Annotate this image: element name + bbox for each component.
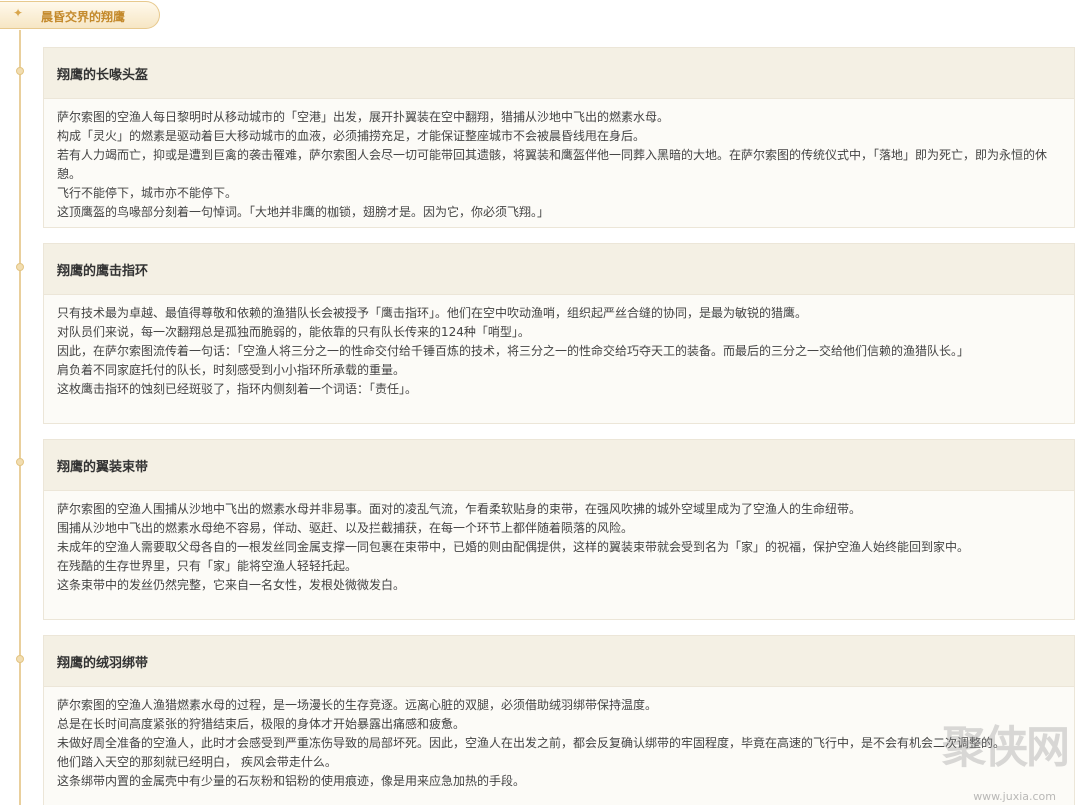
card-line: 他们踏入天空的那刻就已经明白， 疾风会带走什么。 — [57, 755, 337, 769]
card-line: 在残酷的生存世界里，只有「家」能将空渔人轻轻托起。 — [57, 559, 358, 573]
card-line: 萨尔索图的空渔人渔猎燃素水母的过程，是一场漫长的生存竞逐。远离心脏的双腿，必须借… — [57, 698, 658, 712]
sparkle-icon: ✦ — [13, 6, 24, 20]
card-body: 萨尔索图的空渔人每日黎明时从移动城市的「空港」出发，展开扑翼装在空中翻翔，猎捕从… — [44, 99, 1074, 230]
card-title: 翔鹰的翼装束带 — [57, 459, 149, 475]
artifact-card: 翔鹰的鹰击指环 只有技术最为卓越、最值得尊敬和依赖的渔猎队长会被授予「鹰击指环」… — [43, 243, 1075, 424]
page: ✦ 晨昏交界的翔鹰 翔鹰的长喙头盔 萨尔索图的空渔人每日黎明时从移动城市的「空港… — [0, 0, 1076, 805]
card-line: 萨尔索图的空渔人围捕从沙地中飞出的燃素水母并非易事。面对的凌乱气流，乍看柔软贴身… — [57, 502, 862, 516]
watermark-glyphs: 聚侠网 — [942, 722, 1070, 773]
card-line: 围捕从沙地中飞出的燃素水母绝不容易，佯动、驱赶、以及拦截捕获，在每一个环节上都伴… — [57, 521, 634, 535]
card-line: 肩负着不同家庭托付的队长，时刻感受到小小指环所承载的重量。 — [57, 363, 406, 377]
artifact-card: 翔鹰的翼装束带 萨尔索图的空渔人围捕从沙地中飞出的燃素水母并非易事。面对的凌乱气… — [43, 439, 1075, 620]
card-body: 只有技术最为卓越、最值得尊敬和依赖的渔猎队长会被授予「鹰击指环」。他们在空中吹动… — [44, 295, 1074, 407]
card-line: 这条束带中的发丝仍然完整，它来自一名女性，发根处微微发白。 — [57, 578, 406, 592]
card-title: 翔鹰的鹰击指环 — [57, 263, 149, 279]
card-line: 对队员们来说，每一次翻翔总是孤独而脆弱的，能依靠的只有队长传来的124种「哨型」… — [57, 325, 530, 339]
watermark-url: www.juxia.com — [973, 790, 1056, 803]
timeline-dot — [16, 458, 24, 466]
card-line: 这顶鹰盔的鸟喙部分刻着一句悼词。「大地并非鹰的枷锁，翅膀才是。因为它，你必须飞翔… — [57, 205, 550, 219]
card-line: 若有人力竭而亡，抑或是遭到巨禽的袭击罹难，萨尔索图人会尽一切可能带回其遗骸，将翼… — [57, 148, 1048, 181]
section-tab[interactable]: ✦ 晨昏交界的翔鹰 — [0, 1, 160, 29]
card-line: 总是在长时间高度紧张的狩猎结束后，极限的身体才开始暴露出痛感和疲惫。 — [57, 717, 466, 731]
card-body: 萨尔索图的空渔人围捕从沙地中飞出的燃素水母并非易事。面对的凌乱气流，乍看柔软贴身… — [44, 491, 1074, 603]
timeline-line — [19, 30, 21, 805]
card-title: 翔鹰的长喙头盔 — [57, 67, 149, 83]
watermark-logo: 聚侠网 www.juxia.com — [938, 707, 1070, 803]
section-tab-label: 晨昏交界的翔鹰 — [41, 10, 126, 24]
card-line: 这条绑带内置的金属壳中有少量的石灰粉和铝粉的使用痕迹，像是用来应急加热的手段。 — [57, 774, 526, 788]
card-header: 翔鹰的长喙头盔 — [44, 48, 1074, 99]
card-header: 翔鹰的鹰击指环 — [44, 244, 1074, 295]
card-title: 翔鹰的绒羽绑带 — [57, 655, 149, 671]
card-line: 因此，在萨尔索图流传着一句话：「空渔人将三分之一的性命交付给千锤百炼的技术，将三… — [57, 344, 970, 358]
card-line: 构成「灵火」的燃素是驱动着巨大移动城市的血液，必须捕捞充足，才能保证整座城市不会… — [57, 129, 646, 143]
artifact-card: 翔鹰的长喙头盔 萨尔索图的空渔人每日黎明时从移动城市的「空港」出发，展开扑翼装在… — [43, 47, 1075, 228]
card-header: 翔鹰的翼装束带 — [44, 440, 1074, 491]
timeline-dot — [16, 655, 24, 663]
card-line: 这枚鹰击指环的蚀刻已经斑驳了，指环内侧刻着一个词语：「责任」。 — [57, 382, 418, 396]
card-line: 飞行不能停下，城市亦不能停下。 — [57, 186, 238, 200]
timeline-dot — [16, 263, 24, 271]
artifact-card: 翔鹰的绒羽绑带 萨尔索图的空渔人渔猎燃素水母的过程，是一场漫长的生存竞逐。远离心… — [43, 635, 1075, 805]
card-body: 萨尔索图的空渔人渔猎燃素水母的过程，是一场漫长的生存竞逐。远离心脏的双腿，必须借… — [44, 687, 1074, 799]
card-header: 翔鹰的绒羽绑带 — [44, 636, 1074, 687]
card-line: 只有技术最为卓越、最值得尊敬和依赖的渔猎队长会被授予「鹰击指环」。他们在空中吹动… — [57, 306, 808, 320]
card-line: 萨尔索图的空渔人每日黎明时从移动城市的「空港」出发，展开扑翼装在空中翻翔，猎捕从… — [57, 110, 670, 124]
card-line: 未成年的空渔人需要取父母各自的一根发丝同金属支撑一同包裹在束带中，已婚的则由配偶… — [57, 540, 970, 554]
card-line: 未做好周全准备的空渔人，此时才会感受到严重冻伤导致的局部坏死。因此，空渔人在出发… — [57, 736, 1006, 750]
timeline-dot — [16, 67, 24, 75]
